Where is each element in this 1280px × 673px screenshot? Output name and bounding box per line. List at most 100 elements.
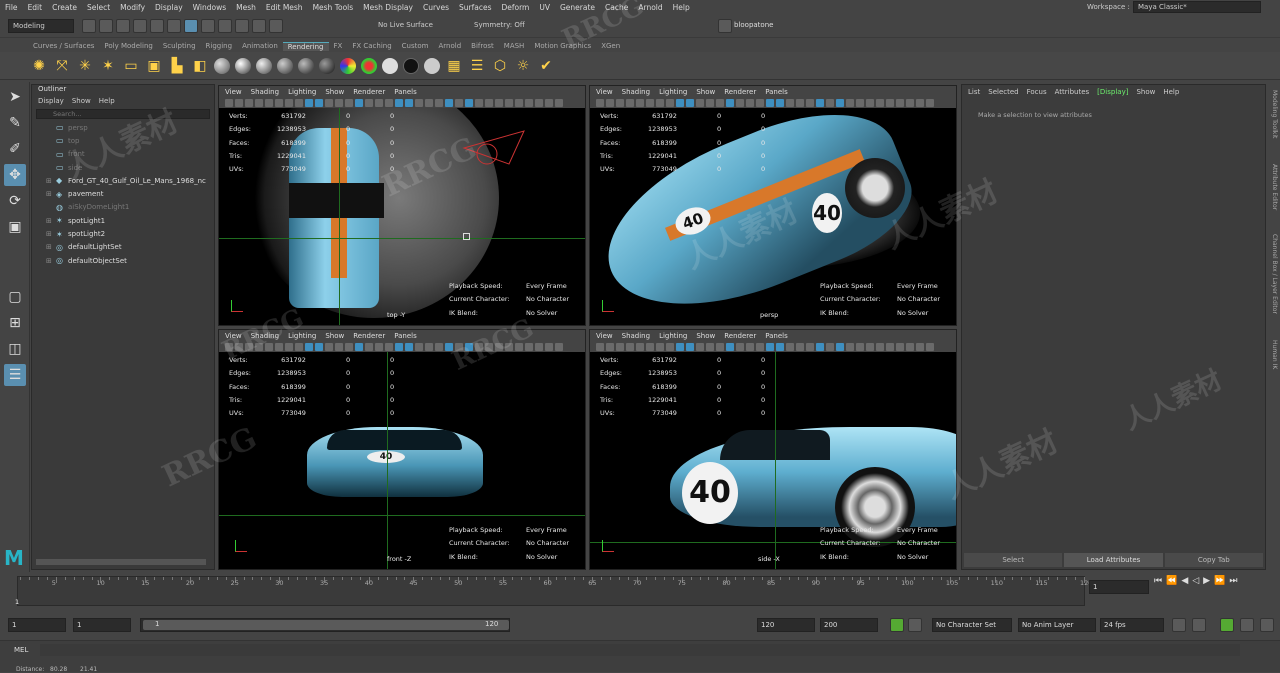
- viewport-tool-icon[interactable]: [255, 342, 263, 351]
- viewport-tool-icon[interactable]: [866, 342, 874, 351]
- attribute-menu-attributes[interactable]: Attributes: [1055, 88, 1090, 96]
- hair-shader-icon[interactable]: [340, 57, 356, 74]
- viewport-tool-icon[interactable]: [475, 98, 483, 107]
- viewport-tool-icon[interactable]: [876, 98, 884, 107]
- viewport-tool-icon[interactable]: [335, 342, 343, 351]
- render-setup-icon[interactable]: ☰: [468, 57, 486, 75]
- select-hierarchy-icon[interactable]: [167, 19, 181, 33]
- step-forward-icon[interactable]: ⏩: [1214, 576, 1225, 586]
- play-forward-icon[interactable]: ▶: [1203, 576, 1210, 586]
- outliner-item[interactable]: ⊞ ✶ spotLight1: [32, 214, 214, 227]
- menu-surfaces[interactable]: Surfaces: [454, 3, 496, 12]
- attribute-menu-list[interactable]: List: [968, 88, 980, 96]
- volume-light-icon[interactable]: ▣: [145, 57, 163, 75]
- snap-curve-icon[interactable]: [235, 19, 249, 33]
- viewport-tool-icon[interactable]: [515, 342, 523, 351]
- viewport-tool-icon[interactable]: [285, 342, 293, 351]
- viewport-tool-icon[interactable]: [235, 342, 243, 351]
- viewport-tool-icon[interactable]: [896, 342, 904, 351]
- viewport-tool-icon[interactable]: [806, 342, 814, 351]
- viewport-tool-icon[interactable]: [616, 342, 624, 351]
- viewport-tool-icon[interactable]: [846, 342, 854, 351]
- viewport-tool-icon[interactable]: [335, 98, 343, 107]
- select-component-icon[interactable]: [201, 19, 215, 33]
- viewport-tool-icon[interactable]: [726, 98, 734, 107]
- viewport-tool-icon[interactable]: [716, 98, 724, 107]
- viewport-tool-icon[interactable]: [345, 342, 353, 351]
- snap-grid-icon[interactable]: [218, 19, 232, 33]
- viewport-tool-icon[interactable]: [315, 98, 323, 107]
- viewport-menu-panels[interactable]: Panels: [394, 332, 417, 340]
- outliner-menu-display[interactable]: Display: [38, 97, 64, 105]
- viewport-front[interactable]: View Shading Lighting Show Renderer Panels 40…: [218, 329, 586, 570]
- viewport-tool-icon[interactable]: [495, 342, 503, 351]
- paint-select-icon[interactable]: ✐: [4, 138, 26, 160]
- viewport-menu-lighting[interactable]: Lighting: [659, 332, 687, 340]
- viewport-tool-icon[interactable]: [225, 342, 233, 351]
- menu-deform[interactable]: Deform: [496, 3, 534, 12]
- viewport-tool-icon[interactable]: [636, 98, 644, 107]
- viewport-tool-icon[interactable]: [345, 98, 353, 107]
- load-attributes-button[interactable]: Load Attributes: [1064, 553, 1163, 567]
- outliner-item[interactable]: ▭ top: [32, 134, 214, 147]
- viewport-tool-icon[interactable]: [596, 98, 604, 107]
- menu-set-select[interactable]: Modeling: [8, 19, 74, 33]
- preferences-icon[interactable]: [1260, 618, 1274, 632]
- viewport-tool-icon[interactable]: [716, 342, 724, 351]
- viewport-menu-shading[interactable]: Shading: [251, 332, 279, 340]
- viewport-tool-icon[interactable]: [856, 98, 864, 107]
- viewport-tool-icon[interactable]: [455, 342, 463, 351]
- outliner-item[interactable]: ⊞ ◆ Ford_GT_40_Gulf_Oil_Le_Mans_1968_nc: [32, 174, 214, 187]
- viewport-tool-icon[interactable]: [435, 342, 443, 351]
- viewport-tool-icon[interactable]: [465, 98, 473, 107]
- ipr-render-icon[interactable]: ◧: [191, 57, 209, 75]
- snap-point-icon[interactable]: [252, 19, 266, 33]
- lasso-tool-icon[interactable]: ✎: [4, 112, 26, 134]
- viewport-tool-icon[interactable]: [706, 342, 714, 351]
- viewport-tool-icon[interactable]: [515, 98, 523, 107]
- viewport-menu-view[interactable]: View: [596, 88, 613, 96]
- viewport-tool-icon[interactable]: [375, 98, 383, 107]
- range-slider-end[interactable]: 120: [485, 620, 498, 628]
- viewport-menu-shading[interactable]: Shading: [251, 88, 279, 96]
- viewport-tool-icon[interactable]: [275, 342, 283, 351]
- attribute-menu-help[interactable]: Help: [1163, 88, 1179, 96]
- shelf-tab-fx[interactable]: FX: [329, 42, 348, 50]
- undo-icon[interactable]: [133, 19, 147, 33]
- expand-icon[interactable]: ⊞: [46, 190, 56, 198]
- new-scene-icon[interactable]: [82, 19, 96, 33]
- menu-uv[interactable]: UV: [534, 3, 555, 12]
- attribute-menu-focus[interactable]: Focus: [1027, 88, 1047, 96]
- outliner-menu-help[interactable]: Help: [99, 97, 115, 105]
- viewport-menu-renderer[interactable]: Renderer: [353, 332, 385, 340]
- expand-icon[interactable]: ⊞: [46, 257, 56, 265]
- redo-icon[interactable]: [150, 19, 164, 33]
- point-light-icon[interactable]: ✳: [76, 57, 94, 75]
- viewport-tool-icon[interactable]: [385, 98, 393, 107]
- viewport-tool-icon[interactable]: [816, 98, 824, 107]
- shelf-tab-motion-graphics[interactable]: Motion Graphics: [529, 42, 596, 50]
- surface-shader-icon[interactable]: [277, 57, 293, 74]
- viewport-tool-icon[interactable]: [465, 342, 473, 351]
- viewport-tool-icon[interactable]: [876, 342, 884, 351]
- viewport-tool-icon[interactable]: [746, 342, 754, 351]
- viewport-tool-icon[interactable]: [796, 342, 804, 351]
- menu-mesh-tools[interactable]: Mesh Tools: [308, 3, 359, 12]
- viewport-menu-show[interactable]: Show: [325, 332, 344, 340]
- viewport-tool-icon[interactable]: [475, 342, 483, 351]
- viewport-tool-icon[interactable]: [656, 342, 664, 351]
- select-button[interactable]: Select: [964, 553, 1063, 567]
- anim-layer-select[interactable]: No Anim Layer: [1018, 618, 1096, 632]
- user-account-name[interactable]: bloopatone: [734, 21, 773, 29]
- viewport-tool-icon[interactable]: [245, 98, 253, 107]
- viewport-tool-icon[interactable]: [395, 342, 403, 351]
- viewport-tool-icon[interactable]: [535, 342, 543, 351]
- playback-end-field[interactable]: 120: [757, 618, 815, 632]
- animation-end-field[interactable]: 200: [820, 618, 878, 632]
- menu-edit[interactable]: Edit: [23, 3, 48, 12]
- lambert-material-icon[interactable]: [214, 57, 230, 74]
- viewport-tool-icon[interactable]: [836, 98, 844, 107]
- viewport-menu-show[interactable]: Show: [325, 88, 344, 96]
- viewport-menu-shading[interactable]: Shading: [622, 332, 650, 340]
- viewport-tool-icon[interactable]: [706, 98, 714, 107]
